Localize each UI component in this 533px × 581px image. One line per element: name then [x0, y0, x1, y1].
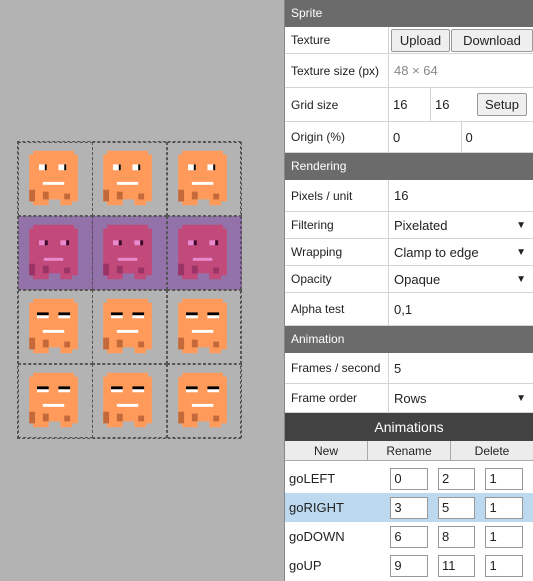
opacity-label: Opacity [285, 266, 389, 292]
sprite-frame-6[interactable] [18, 290, 93, 364]
animation-name: goDOWN [289, 529, 345, 544]
grid-size-label: Grid size [285, 88, 389, 121]
pixels-per-unit-row: Pixels / unit 16 [285, 180, 533, 212]
animation-start-input[interactable]: 6 [390, 525, 428, 548]
section-header-rendering: Rendering [285, 153, 533, 180]
animation-end-input[interactable]: 11 [437, 554, 476, 577]
sprite-canvas[interactable] [0, 0, 284, 581]
animation-speed-input[interactable]: 1 [485, 467, 523, 490]
animation-name: goLEFT [289, 471, 336, 486]
wrapping-value: Clamp to edge [394, 244, 479, 260]
ppu-label: Pixels / unit [285, 180, 389, 211]
fps-input[interactable]: 5 [389, 353, 533, 383]
animation-speed-input[interactable]: 1 [485, 525, 523, 548]
wrapping-select[interactable]: Clamp to edge ▼ [389, 239, 533, 265]
frame-order-label: Frame order [285, 384, 389, 412]
inspector-panel: Sprite Texture Upload Download Texture s… [284, 0, 533, 581]
sprite-frame-3[interactable] [18, 216, 93, 290]
animation-start-input[interactable]: 3 [390, 496, 428, 519]
texture-row: Texture Upload Download [285, 27, 533, 54]
frame-order-row: Frame order Rows ▼ [285, 384, 533, 413]
animation-start-input[interactable]: 0 [390, 467, 428, 490]
frame-order-select[interactable]: Rows ▼ [389, 384, 533, 412]
opacity-row: Opacity Opaque ▼ [285, 266, 533, 293]
dropdown-arrow-icon: ▼ [516, 246, 526, 258]
opacity-select[interactable]: Opaque ▼ [389, 266, 533, 292]
alpha-test-label: Alpha test [285, 293, 389, 325]
filtering-value: Pixelated [394, 217, 448, 233]
sprite-frame-11[interactable] [166, 364, 242, 438]
filtering-label: Filtering [285, 212, 389, 238]
dropdown-arrow-icon: ▼ [516, 392, 526, 404]
animation-item-godown[interactable]: goDOWN 6 8 1 [285, 522, 533, 551]
texture-size-label: Texture size (px) [285, 54, 389, 87]
dropdown-arrow-icon: ▼ [516, 273, 526, 285]
rename-animation-button[interactable]: Rename [368, 441, 451, 460]
origin-label: Origin (%) [285, 122, 389, 152]
wrapping-row: Wrapping Clamp to edge ▼ [285, 239, 533, 266]
sprite-frame-9[interactable] [18, 364, 93, 438]
ppu-input[interactable]: 16 [389, 180, 533, 211]
alpha-test-row: Alpha test 0,1 [285, 293, 533, 326]
sprite-frame-1[interactable] [92, 142, 168, 216]
sprite-frame-4[interactable] [92, 216, 168, 290]
grid-size-row: Grid size 16 16 Setup [285, 88, 533, 122]
animation-name: goRIGHT [289, 500, 344, 515]
delete-animation-button[interactable]: Delete [451, 441, 533, 460]
animation-item-goup[interactable]: goUP 9 11 1 [285, 551, 533, 580]
filtering-select[interactable]: Pixelated ▼ [389, 212, 533, 238]
texture-size-value: 48 × 64 [394, 63, 438, 78]
sprite-frame-5[interactable] [166, 216, 242, 290]
wrapping-label: Wrapping [285, 239, 389, 265]
sprite-frame-2[interactable] [166, 142, 242, 216]
sprite-frame-7[interactable] [92, 290, 168, 364]
grid-width-input[interactable]: 16 [389, 88, 430, 121]
animation-start-input[interactable]: 9 [390, 554, 428, 577]
fps-label: Frames / second [285, 353, 389, 383]
texture-label: Texture [285, 27, 389, 53]
filtering-row: Filtering Pixelated ▼ [285, 212, 533, 239]
frame-order-value: Rows [394, 390, 427, 406]
section-header-sprite: Sprite [285, 0, 533, 27]
animations-toolbar: New Rename Delete [285, 441, 533, 461]
origin-row: Origin (%) 0 0 [285, 122, 533, 153]
animation-end-input[interactable]: 8 [437, 525, 476, 548]
origin-x-input[interactable]: 0 [389, 122, 461, 152]
sprite-frame-8[interactable] [166, 290, 242, 364]
animations-header: Animations [285, 413, 533, 441]
upload-button[interactable]: Upload [391, 28, 450, 52]
sprite-grid[interactable] [17, 141, 242, 439]
fps-row: Frames / second 5 [285, 353, 533, 384]
animation-speed-input[interactable]: 1 [485, 496, 523, 519]
alpha-test-input[interactable]: 0,1 [389, 293, 533, 325]
animation-end-input[interactable]: 5 [437, 496, 476, 519]
sprite-frame-0[interactable] [18, 142, 93, 216]
animation-name: goUP [289, 558, 322, 573]
opacity-value: Opaque [394, 271, 441, 287]
download-button[interactable]: Download [451, 28, 533, 52]
animation-end-input[interactable]: 2 [437, 467, 476, 490]
sprite-frame-10[interactable] [92, 364, 168, 438]
section-header-animation: Animation [285, 326, 533, 353]
origin-y-input[interactable]: 0 [460, 122, 533, 152]
animation-speed-input[interactable]: 1 [485, 554, 523, 577]
dropdown-arrow-icon: ▼ [516, 219, 526, 231]
new-animation-button[interactable]: New [285, 441, 368, 460]
grid-height-input[interactable]: 16 [430, 88, 472, 121]
animation-list: goLEFT 0 2 1 goRIGHT 3 5 1 goDOWN 6 8 1 … [285, 461, 533, 580]
animation-item-goleft[interactable]: goLEFT 0 2 1 [285, 464, 533, 493]
animation-item-goright[interactable]: goRIGHT 3 5 1 [285, 493, 533, 522]
texture-size-row: Texture size (px) 48 × 64 [285, 54, 533, 88]
setup-button[interactable]: Setup [477, 93, 527, 116]
